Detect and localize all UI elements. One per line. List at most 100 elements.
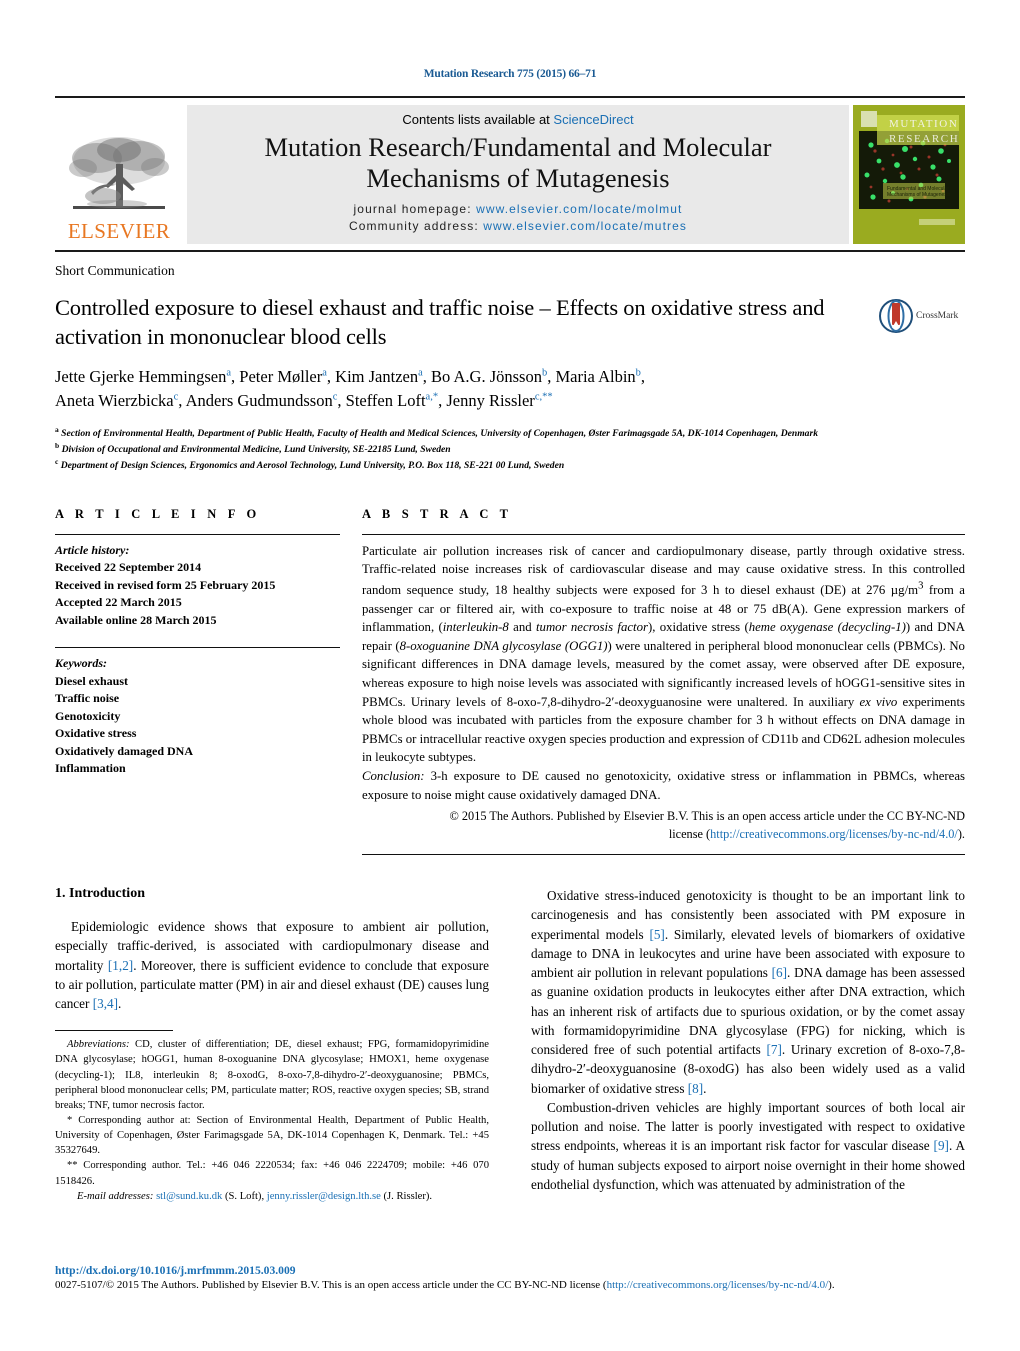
abstract-heading: A B S T R A C T	[362, 506, 513, 521]
author-name: Jette Gjerke Hemmingsen	[55, 367, 227, 387]
affiliation-b: b Division of Occupational and Environme…	[55, 441, 965, 457]
email-owner-rissler: (J. Rissler).	[380, 1190, 433, 1202]
keyword-item: Traffic noise	[55, 691, 120, 706]
history-item: Available online 28 March 2015	[55, 612, 217, 627]
article-history-label: Article history:	[55, 542, 130, 557]
elsevier-wordmark: ELSEVIER	[67, 218, 171, 243]
doi-link[interactable]: http://dx.doi.org/10.1016/j.mrfmmm.2015.…	[55, 1264, 965, 1277]
community-url[interactable]: www.elsevier.com/locate/mutres	[483, 219, 687, 233]
journal-cover-thumbnail: MUTATION RESEARCH Fundamental and Molecu…	[853, 105, 965, 244]
article-info-column: A R T I C L E I N F O Article history: R…	[55, 507, 362, 855]
community-address-line: Community address: www.elsevier.com/loca…	[191, 218, 845, 235]
copyright-line2: license (http://creativecommons.org/lice…	[362, 826, 965, 844]
abstract-column: A B S T R A C T Particulate air pollutio…	[362, 507, 965, 855]
masthead-center: Contents lists available at ScienceDirec…	[187, 105, 849, 244]
affiliation-mark-b: b	[55, 440, 60, 450]
email-link-loft[interactable]: stl@sund.ku.dk	[156, 1191, 222, 1202]
email-link-rissler[interactable]: jenny.rissler@design.lth.se	[267, 1191, 381, 1202]
cover-sub-line2: Mechanisms of Mutagenesis	[887, 192, 951, 198]
author-list: Jette Gjerke Hemmingsena, Peter Møllera,…	[55, 365, 865, 412]
affiliation-a: a Section of Environmental Health, Depar…	[55, 425, 965, 441]
paper-page: Mutation Research 775 (2015) 66–71 ELSEV…	[0, 0, 1020, 1351]
cover-title-line1: MUTATION	[889, 118, 958, 130]
sciencedirect-link[interactable]: ScienceDirect	[553, 112, 633, 127]
body-column-left: 1. Introduction Epidemiologic evidence s…	[55, 886, 510, 1204]
license-link[interactable]: http://creativecommons.org/licenses/by-n…	[710, 827, 958, 841]
elsevier-logo: ELSEVIER	[55, 105, 183, 244]
keyword-item: Genotoxicity	[55, 708, 121, 723]
author-name: ,	[640, 367, 646, 387]
history-item: Received 22 September 2014	[55, 560, 202, 575]
license-prefix: license (	[668, 827, 711, 842]
contents-prefix: Contents lists available at	[402, 112, 554, 127]
keyword-item: Diesel exhaust	[55, 673, 128, 688]
article-info-heading: A R T I C L E I N F O	[55, 506, 261, 521]
cover-title-line2: RESEARCH	[889, 133, 959, 145]
article-history: Article history: Received 22 September 2…	[55, 542, 340, 630]
crossmark-badge[interactable]: CrossMark	[879, 293, 965, 333]
author-name: , Anders Gudmundsson	[178, 390, 333, 410]
abstract-rule-top	[362, 533, 965, 535]
article-type-label: Short Communication	[55, 262, 175, 278]
elsevier-tree-icon	[69, 136, 169, 209]
keyword-item: Oxidatively damaged DNA	[55, 743, 193, 758]
abstract-copyright: © 2015 The Authors. Published by Elsevie…	[362, 808, 965, 844]
page-title: Controlled exposure to diesel exhaust an…	[55, 294, 825, 350]
body-column-right: Oxidative stress-induced genotoxicity is…	[510, 886, 965, 1204]
copyright-line1: © 2015 The Authors. Published by Elsevie…	[449, 809, 965, 824]
contents-line: Contents lists available at ScienceDirec…	[191, 112, 845, 127]
footnote-corresponding-author-1: * Corresponding author at: Section of En…	[55, 1115, 489, 1157]
reference-link[interactable]: [7]	[766, 1042, 781, 1057]
author-affiliation-mark: a,*	[425, 391, 439, 403]
info-abstract-section: A R T I C L E I N F O Article history: R…	[55, 507, 965, 855]
running-head: Mutation Research 775 (2015) 66–71	[423, 68, 597, 80]
info-rule-mid	[55, 647, 340, 649]
author-name: , Bo A.G. Jönsson	[422, 367, 542, 387]
license-suffix: ).	[957, 827, 965, 842]
affiliation-c: c Department of Design Sciences, Ergonom…	[55, 457, 965, 473]
affiliation-mark-a: a	[55, 425, 59, 435]
footnote-emails: E-mail addresses: stl@sund.ku.dk (S. Lof…	[55, 1189, 489, 1204]
reference-link[interactable]: [9]	[934, 1138, 949, 1153]
affiliation-text-c: Department of Design Sciences, Ergonomic…	[60, 459, 565, 471]
footer-license-link[interactable]: http://creativecommons.org/licenses/by-n…	[607, 1279, 829, 1291]
journal-homepage-line: journal homepage: www.elsevier.com/locat…	[191, 201, 845, 218]
homepage-url[interactable]: www.elsevier.com/locate/molmut	[476, 202, 682, 216]
page-footer: http://dx.doi.org/10.1016/j.mrfmmm.2015.…	[55, 1264, 965, 1292]
footnote-abbreviations: Abbreviations: CD, cluster of differenti…	[55, 1037, 489, 1113]
author-name: , Kim Jantzen	[326, 367, 419, 387]
journal-title-line1: Mutation Research/Fundamental and Molecu…	[264, 132, 772, 162]
title-block: Controlled exposure to diesel exhaust an…	[55, 293, 879, 425]
intro-paragraph-right-1: Oxidative stress-induced genotoxicity is…	[531, 887, 965, 1096]
reference-link[interactable]: [5]	[649, 927, 664, 942]
journal-title: Mutation Research/Fundamental and Molecu…	[191, 132, 845, 194]
abstract-body: Particulate air pollution increases risk…	[362, 543, 965, 802]
title-row: Controlled exposure to diesel exhaust an…	[55, 293, 965, 425]
issn-copyright-line: 0027-5107/© 2015 The Authors. Published …	[55, 1278, 965, 1292]
email-owner-loft: (S. Loft),	[222, 1190, 267, 1202]
issn-text-after: ).	[828, 1278, 835, 1291]
journal-masthead: ELSEVIER Contents lists available at Sci…	[55, 96, 965, 252]
intro-paragraph-right-2: Combustion-driven vehicles are highly im…	[531, 1099, 966, 1192]
reference-link[interactable]: [6]	[772, 965, 787, 980]
section-heading-introduction: 1. Introduction	[55, 885, 145, 901]
reference-link[interactable]: [3,4]	[93, 996, 118, 1011]
keyword-item: Oxidative stress	[55, 726, 137, 741]
keywords-label: Keywords:	[55, 656, 107, 671]
author-name: , Peter Møller	[231, 367, 323, 387]
affiliation-list: a Section of Environmental Health, Depar…	[55, 425, 965, 472]
abbrev-label: Abbreviations:	[67, 1039, 130, 1051]
reference-link[interactable]: [1,2]	[108, 958, 133, 973]
author-name: , Steffen Loft	[337, 390, 426, 410]
author-name: , Maria Albin	[547, 367, 636, 387]
issn-text-before: 0027-5107/© 2015 The Authors. Published …	[55, 1278, 607, 1291]
crossmark-label: CrossMark	[916, 310, 959, 321]
reference-link[interactable]: [8]	[688, 1081, 703, 1096]
author-name: , Jenny Rissler	[438, 390, 535, 410]
email-label: E-mail addresses:	[77, 1190, 154, 1202]
info-rule-top	[55, 533, 340, 535]
journal-cover-image: MUTATION RESEARCH Fundamental and Molecu…	[853, 105, 965, 233]
affiliation-text-a: Section of Environmental Health, Departm…	[61, 428, 819, 440]
footnote-rule	[55, 1030, 173, 1032]
